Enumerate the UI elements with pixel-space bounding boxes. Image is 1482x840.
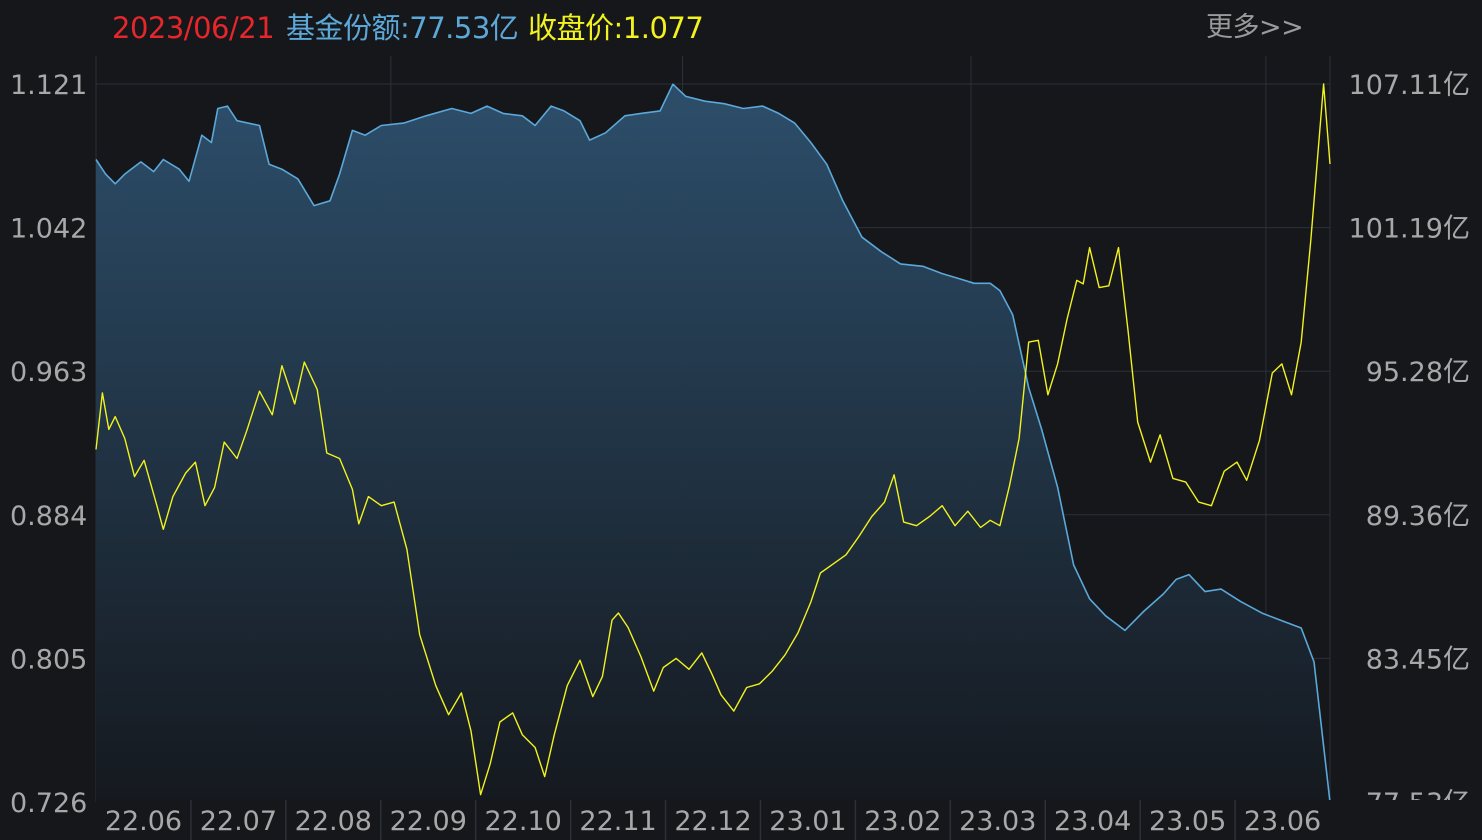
x-tick-label: 22.11 [579, 806, 656, 837]
x-tick-label: 23.02 [864, 806, 941, 837]
right-axis: 107.11亿101.19亿95.28亿89.36亿83.45亿77.53亿 [1349, 70, 1470, 819]
left-axis: 1.121 1.042 0.963 0.884 0.805 0.726 [10, 70, 87, 819]
right-tick-label: 101.19亿 [1349, 214, 1470, 245]
x-tick-label: 23.04 [1054, 806, 1131, 837]
x-tick-label: 23.03 [959, 806, 1036, 837]
x-tick-label: 22.06 [105, 806, 182, 837]
x-axis: 22.06 22.07 22.08 22.09 22.10 22.11 22.12 23.01… [96, 800, 1482, 840]
x-tick-label: 22.07 [200, 806, 277, 837]
fund-chart[interactable]: 1.121 1.042 0.963 0.884 0.805 0.726 107.11亿 10… [0, 0, 1482, 840]
x-tick-label: 23.05 [1149, 806, 1226, 837]
left-tick-label: 0.726 [10, 788, 87, 819]
left-tick-label: 1.042 [10, 214, 87, 245]
x-tick-label: 22.10 [485, 806, 562, 837]
left-tick-label: 0.963 [10, 357, 87, 388]
x-tick-label: 22.08 [295, 806, 372, 837]
x-tick-label: 22.09 [390, 806, 467, 837]
right-tick-label: 83.45亿 [1366, 644, 1470, 675]
right-tick-label: 107.11亿 [1349, 70, 1470, 101]
right-tick-label: 89.36亿 [1366, 501, 1470, 532]
x-tick-label: 22.12 [674, 806, 751, 837]
left-tick-label: 0.805 [10, 644, 87, 675]
left-tick-label: 1.121 [10, 70, 87, 101]
x-tick-label: 23.06 [1244, 806, 1321, 837]
left-tick-label: 0.884 [10, 501, 87, 532]
right-tick-label: 95.28亿 [1366, 357, 1470, 388]
x-tick-label: 23.01 [769, 806, 846, 837]
